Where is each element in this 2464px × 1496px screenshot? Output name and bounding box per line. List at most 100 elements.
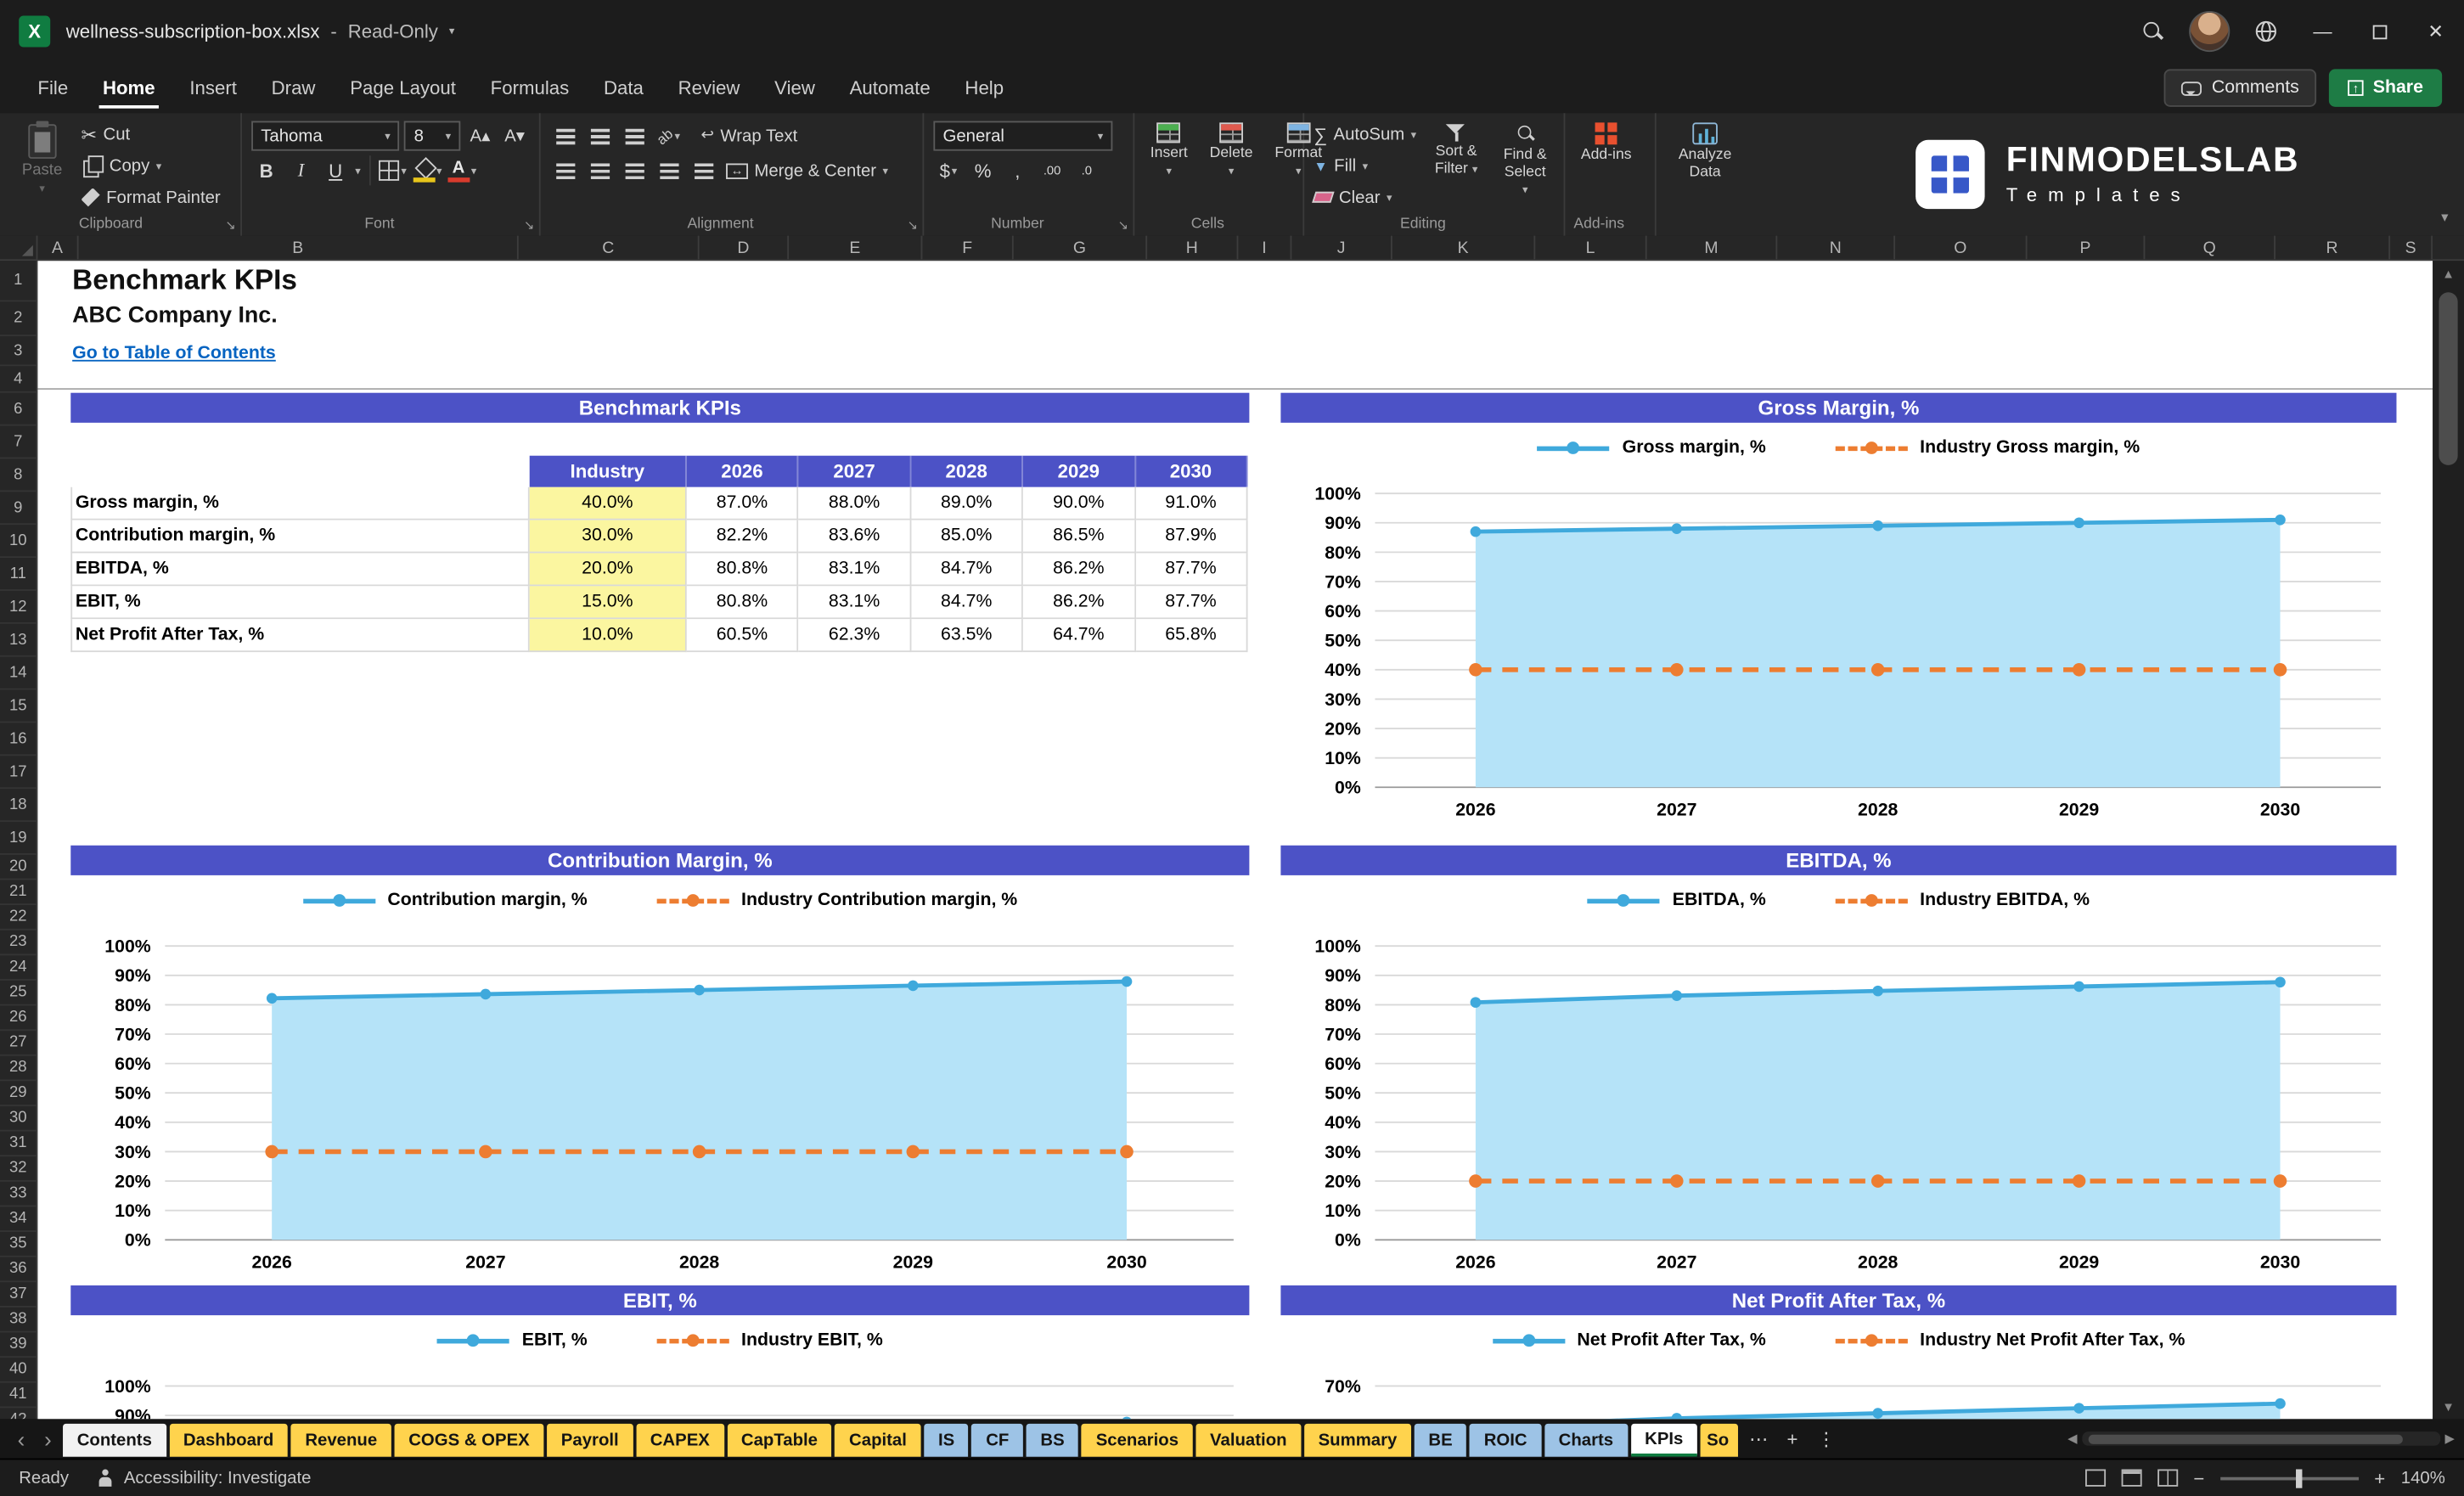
sheet-tab-contents[interactable]: Contents	[63, 1423, 166, 1457]
kpi-industry-cell[interactable]: 30.0%	[529, 520, 687, 554]
vertical-scrollbar[interactable]: ▲ ▼	[2433, 261, 2464, 1420]
row-header-29[interactable]: 29	[0, 1081, 37, 1106]
tab-scroll-right[interactable]: ›	[37, 1426, 60, 1452]
kpi-value-cell[interactable]: 63.5%	[911, 619, 1024, 653]
kpi-value-cell[interactable]: 84.7%	[911, 553, 1024, 587]
number-dialog-launcher[interactable]: ↘	[1117, 218, 1128, 233]
kpi-value-cell[interactable]: 80.8%	[686, 586, 799, 620]
align-top-button[interactable]	[550, 121, 580, 151]
kpi-col-header[interactable]: 2029	[1023, 455, 1136, 487]
chart-contribution-margin[interactable]: Contribution Margin, % Contribution marg…	[70, 845, 1250, 1285]
page-break-view-button[interactable]	[2157, 1469, 2178, 1487]
sheet-tab-valuation[interactable]: Valuation	[1195, 1423, 1302, 1457]
kpi-value-cell[interactable]: 87.7%	[1135, 586, 1248, 620]
autosum-button[interactable]: ∑ AutoSum ▾	[1314, 121, 1416, 148]
clear-button[interactable]: Clear ▾	[1312, 184, 1416, 211]
menu-insert[interactable]: Insert	[174, 68, 253, 109]
tab-scroll-left[interactable]: ‹	[9, 1426, 33, 1452]
row-header-9[interactable]: 9	[0, 492, 37, 526]
font-name-select[interactable]: Tahoma ▾	[251, 121, 400, 151]
sheet-tab-roic[interactable]: ROIC	[1470, 1423, 1542, 1457]
row-header-33[interactable]: 33	[0, 1182, 37, 1207]
row-header-31[interactable]: 31	[0, 1132, 37, 1157]
kpi-value-cell[interactable]: 85.0%	[911, 520, 1024, 554]
column-header-F[interactable]: F	[922, 235, 1014, 260]
row-header-21[interactable]: 21	[0, 880, 37, 906]
align-bottom-button[interactable]	[619, 121, 649, 151]
font-dialog-launcher[interactable]: ↘	[524, 218, 534, 233]
sheet-tab-scenarios[interactable]: Scenarios	[1082, 1423, 1193, 1457]
kpi-value-cell[interactable]: 60.5%	[686, 619, 799, 653]
row-header-37[interactable]: 37	[0, 1282, 37, 1308]
scroll-down-arrow[interactable]: ▼	[2433, 1394, 2464, 1420]
increase-font-button[interactable]: A▴	[465, 121, 495, 151]
toc-link[interactable]: Go to Table of Contents	[72, 344, 276, 363]
sheet-tab-captable[interactable]: CapTable	[727, 1423, 832, 1457]
row-header-34[interactable]: 34	[0, 1206, 37, 1233]
sheet-tab-charts[interactable]: Charts	[1544, 1423, 1628, 1457]
sort-filter-button[interactable]: Sort & Filter ▾	[1426, 121, 1487, 211]
row-header-24[interactable]: 24	[0, 955, 37, 981]
sheet-options-kebab[interactable]: ⋮	[1809, 1427, 1844, 1449]
menu-automate[interactable]: Automate	[834, 68, 946, 109]
kpi-value-cell[interactable]: 83.6%	[798, 520, 912, 554]
more-sheets-button[interactable]: ⋯	[1741, 1427, 1776, 1449]
row-header-25[interactable]: 25	[0, 981, 37, 1006]
sheet-tab-bs[interactable]: BS	[1026, 1423, 1079, 1457]
borders-button[interactable]: ▾	[378, 155, 408, 185]
kpi-value-cell[interactable]: 64.7%	[1023, 619, 1136, 653]
sheet-tab-is[interactable]: IS	[924, 1423, 969, 1457]
menu-review[interactable]: Review	[662, 68, 756, 109]
decrease-decimal-button[interactable]: .0	[1072, 155, 1101, 185]
row-header-10[interactable]: 10	[0, 525, 37, 559]
paste-button[interactable]: Paste ▾	[13, 121, 72, 211]
row-header-18[interactable]: 18	[0, 789, 37, 822]
column-header-I[interactable]: I	[1238, 235, 1292, 260]
row-header-41[interactable]: 41	[0, 1383, 37, 1409]
insert-cells-button[interactable]: Insert ▾	[1144, 121, 1194, 211]
align-left-button[interactable]	[550, 155, 580, 185]
zoom-in-button[interactable]: +	[2374, 1467, 2385, 1489]
font-color-button[interactable]: A ▾	[447, 155, 477, 185]
alignment-dialog-launcher[interactable]: ↘	[907, 218, 917, 233]
column-header-L[interactable]: L	[1535, 235, 1647, 260]
row-header-26[interactable]: 26	[0, 1006, 37, 1032]
column-header-P[interactable]: P	[2028, 235, 2146, 260]
underline-button[interactable]: U	[321, 155, 351, 185]
fill-color-button[interactable]: ▾	[413, 155, 442, 185]
align-right-button[interactable]	[619, 155, 649, 185]
wrap-text-button[interactable]: ↩ Wrap Text	[700, 121, 797, 149]
search-icon[interactable]	[2124, 0, 2181, 63]
decrease-font-button[interactable]: A▾	[500, 121, 530, 151]
sheet-tab-kpis[interactable]: KPIs	[1630, 1423, 1698, 1457]
maximize-button[interactable]	[2351, 0, 2408, 63]
column-header-R[interactable]: R	[2276, 235, 2391, 260]
column-header-K[interactable]: K	[1392, 235, 1536, 260]
sheet-tab-summary[interactable]: Summary	[1303, 1423, 1412, 1457]
row-header-1[interactable]: 1	[0, 261, 37, 302]
row-header-39[interactable]: 39	[0, 1332, 37, 1358]
account-avatar[interactable]	[2181, 0, 2238, 63]
kpi-industry-cell[interactable]: 20.0%	[529, 553, 687, 587]
sheet-tab-be[interactable]: BE	[1414, 1423, 1467, 1457]
row-header-16[interactable]: 16	[0, 723, 37, 756]
kpi-value-cell[interactable]: 87.0%	[686, 486, 799, 520]
kpi-value-cell[interactable]: 80.8%	[686, 553, 799, 587]
orientation-button[interactable]: ab ▾	[654, 121, 684, 151]
column-header-Q[interactable]: Q	[2145, 235, 2276, 260]
row-header-42[interactable]: 42	[0, 1408, 37, 1419]
sheet-tab-so[interactable]: So	[1700, 1423, 1739, 1457]
menu-data[interactable]: Data	[588, 68, 659, 109]
hscroll-left-arrow[interactable]: ◀	[2067, 1431, 2077, 1446]
kpi-value-cell[interactable]: 62.3%	[798, 619, 912, 653]
sheet-tab-capital[interactable]: Capital	[835, 1423, 921, 1457]
comments-button[interactable]: Comments	[2164, 69, 2317, 107]
row-header-40[interactable]: 40	[0, 1358, 37, 1383]
cut-button[interactable]: ✂ Cut	[81, 121, 220, 148]
row-header-20[interactable]: 20	[0, 855, 37, 880]
kpi-value-cell[interactable]: 82.2%	[686, 520, 799, 554]
kpi-value-cell[interactable]: 87.7%	[1135, 553, 1248, 587]
row-header-38[interactable]: 38	[0, 1308, 37, 1333]
delete-cells-button[interactable]: Delete ▾	[1203, 121, 1259, 211]
zoom-level[interactable]: 140%	[2401, 1469, 2445, 1488]
